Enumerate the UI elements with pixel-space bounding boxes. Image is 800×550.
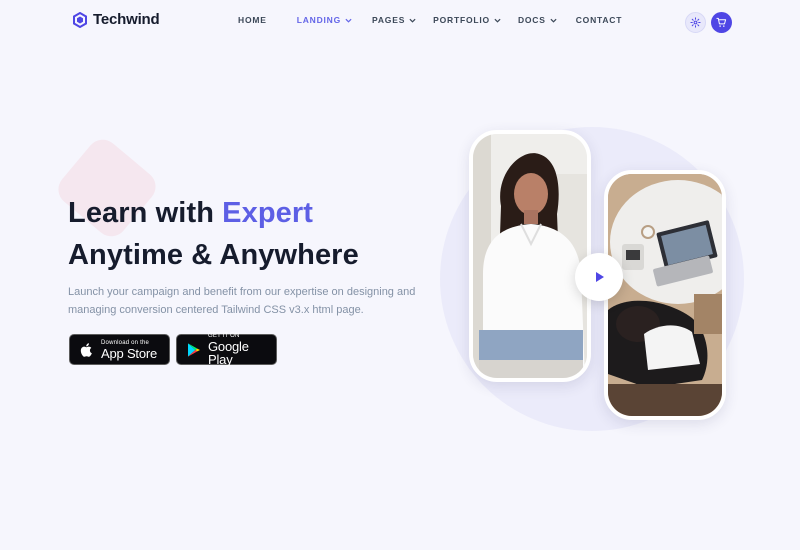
- hero-title-accent: Expert: [222, 197, 314, 229]
- nav-item-pages[interactable]: PAGES: [372, 15, 416, 25]
- main-menu: HOME LANDING PAGES PORTFOLIO DOCS CONTAC…: [238, 15, 622, 25]
- nav-item-home[interactable]: HOME: [238, 15, 267, 25]
- nav-item-contact[interactable]: CONTACT: [576, 15, 623, 25]
- cart-button[interactable]: [711, 12, 732, 33]
- play-video-button[interactable]: [575, 253, 623, 301]
- hero-title: Learn with Expert Anytime & Anywhere: [68, 192, 359, 276]
- google-play-big-label: Google Play: [208, 339, 249, 367]
- app-store-button[interactable]: Download on the App Store: [69, 334, 170, 365]
- nav-item-portfolio[interactable]: PORTFOLIO: [433, 15, 501, 25]
- google-play-button[interactable]: GET IT ON Google Play: [176, 333, 277, 366]
- brand-logo-link[interactable]: Techwind: [72, 11, 160, 28]
- techwind-logo-icon: [73, 11, 87, 28]
- chevron-down-icon: [550, 18, 557, 23]
- hero-photo-woman: [469, 130, 591, 382]
- chevron-down-icon: [409, 18, 416, 23]
- google-play-text: GET IT ON Google Play: [208, 333, 276, 366]
- nav-label-docs: DOCS: [517, 15, 546, 25]
- nav-label-home: HOME: [238, 15, 267, 25]
- hero-photo-laptop-desk: [604, 170, 726, 420]
- hero-title-prefix: Learn with: [68, 197, 223, 229]
- chevron-down-icon: [345, 18, 352, 23]
- app-store-text: Download on the App Store: [101, 340, 157, 360]
- settings-icon: [690, 17, 701, 28]
- hero-title-line2: Anytime & Anywhere: [68, 239, 359, 271]
- apple-icon: [79, 341, 95, 359]
- nav-label-landing: LANDING: [296, 15, 342, 25]
- app-store-big-label: App Store: [101, 345, 158, 361]
- app-store-small-label: Download on the: [101, 339, 150, 346]
- nav-label-portfolio: PORTFOLIO: [433, 15, 490, 25]
- play-icon: [596, 272, 604, 282]
- nav-label-contact: CONTACT: [575, 15, 623, 25]
- brand-name: Techwind: [93, 11, 160, 28]
- top-navbar: Techwind HOME LANDING PAGES PORTFOLIO DO…: [0, 0, 800, 44]
- settings-button[interactable]: [685, 12, 706, 33]
- nav-label-pages: PAGES: [372, 15, 406, 25]
- nav-item-docs[interactable]: DOCS: [518, 15, 557, 25]
- hero-description: Launch your campaign and benefit from ou…: [68, 286, 416, 316]
- chevron-down-icon: [494, 18, 501, 23]
- google-play-icon: [186, 341, 202, 359]
- cart-icon: [716, 17, 727, 27]
- nav-item-landing[interactable]: LANDING: [297, 15, 352, 25]
